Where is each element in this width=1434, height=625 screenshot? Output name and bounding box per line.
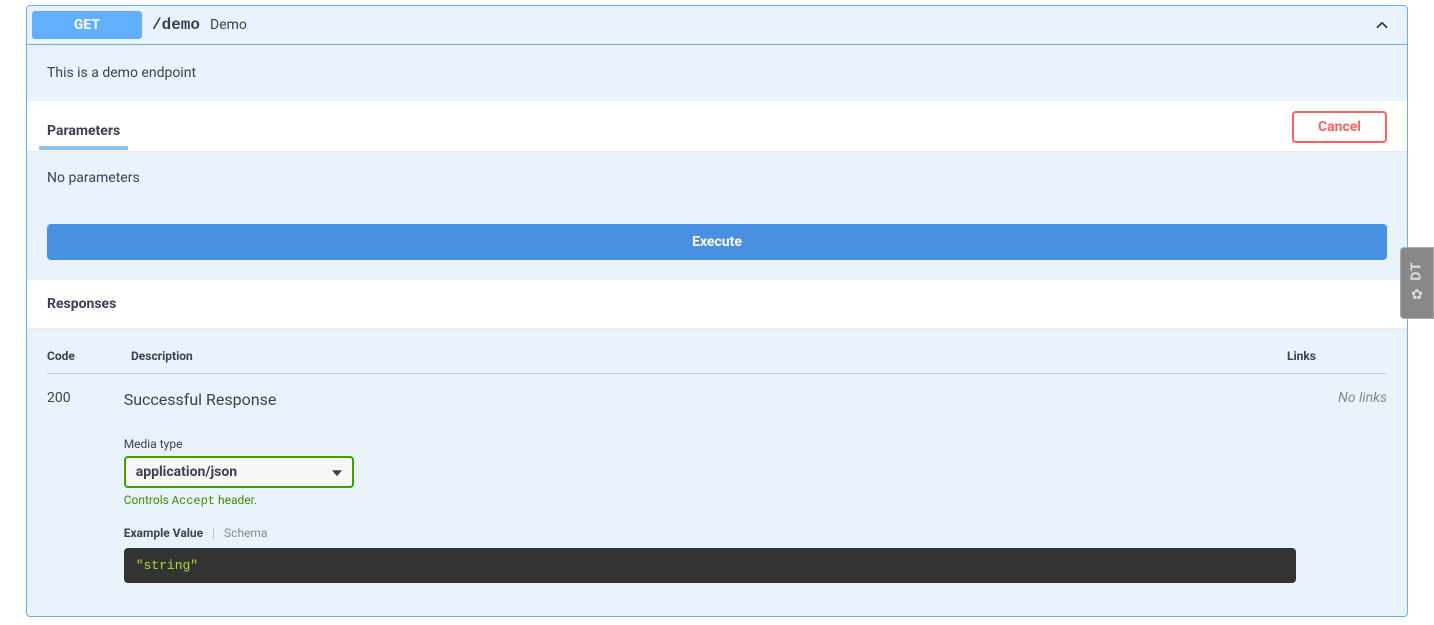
controls-accept-text: Controls Accept header. — [124, 493, 1296, 508]
execute-section: Execute — [27, 204, 1407, 280]
example-tabs: Example Value | Schema — [124, 526, 1296, 540]
controls-prefix: Controls — [124, 493, 172, 507]
response-description-text: Successful Response — [124, 390, 1296, 409]
media-type-select[interactable]: application/json — [124, 456, 354, 488]
media-type-select-wrap: application/json — [124, 456, 354, 488]
http-method-badge: GET — [32, 11, 142, 39]
no-parameters-text: No parameters — [27, 152, 1407, 204]
controls-suffix: header. — [215, 493, 257, 507]
devtools-label: DT — [1409, 261, 1425, 280]
endpoint-header[interactable]: GET /demo Demo — [27, 6, 1407, 45]
responses-table-header: Code Description Links — [47, 349, 1387, 374]
gear-icon: ✿ — [1411, 287, 1423, 303]
controls-mono: Accept — [172, 494, 215, 508]
response-links: No links — [1296, 390, 1387, 583]
column-description: Description — [131, 349, 1287, 363]
responses-body: Code Description Links 200 Successful Re… — [27, 329, 1407, 583]
endpoint-path: /demo — [152, 16, 200, 34]
endpoint-summary: Demo — [210, 17, 247, 33]
tab-divider: | — [212, 526, 215, 540]
column-links: Links — [1287, 349, 1387, 363]
media-type-label: Media type — [124, 437, 1296, 451]
example-code-block: "string" — [124, 548, 1296, 583]
response-code: 200 — [47, 390, 124, 583]
tab-example-value[interactable]: Example Value — [124, 526, 203, 540]
tab-parameters[interactable]: Parameters — [47, 113, 120, 149]
response-description-cell: Successful Response Media type applicati… — [124, 390, 1296, 583]
chevron-up-icon[interactable] — [1372, 15, 1392, 35]
tab-schema[interactable]: Schema — [224, 526, 267, 540]
devtools-badge[interactable]: DT ✿ — [1400, 247, 1434, 319]
parameters-section-header: Parameters Cancel — [27, 101, 1407, 152]
responses-header: Responses — [27, 280, 1407, 329]
execute-button[interactable]: Execute — [47, 224, 1387, 260]
endpoint-panel: GET /demo Demo This is a demo endpoint P… — [26, 5, 1408, 617]
column-code: Code — [47, 349, 131, 363]
endpoint-description: This is a demo endpoint — [27, 45, 1407, 101]
response-row: 200 Successful Response Media type appli… — [47, 374, 1387, 583]
cancel-button[interactable]: Cancel — [1292, 111, 1387, 143]
